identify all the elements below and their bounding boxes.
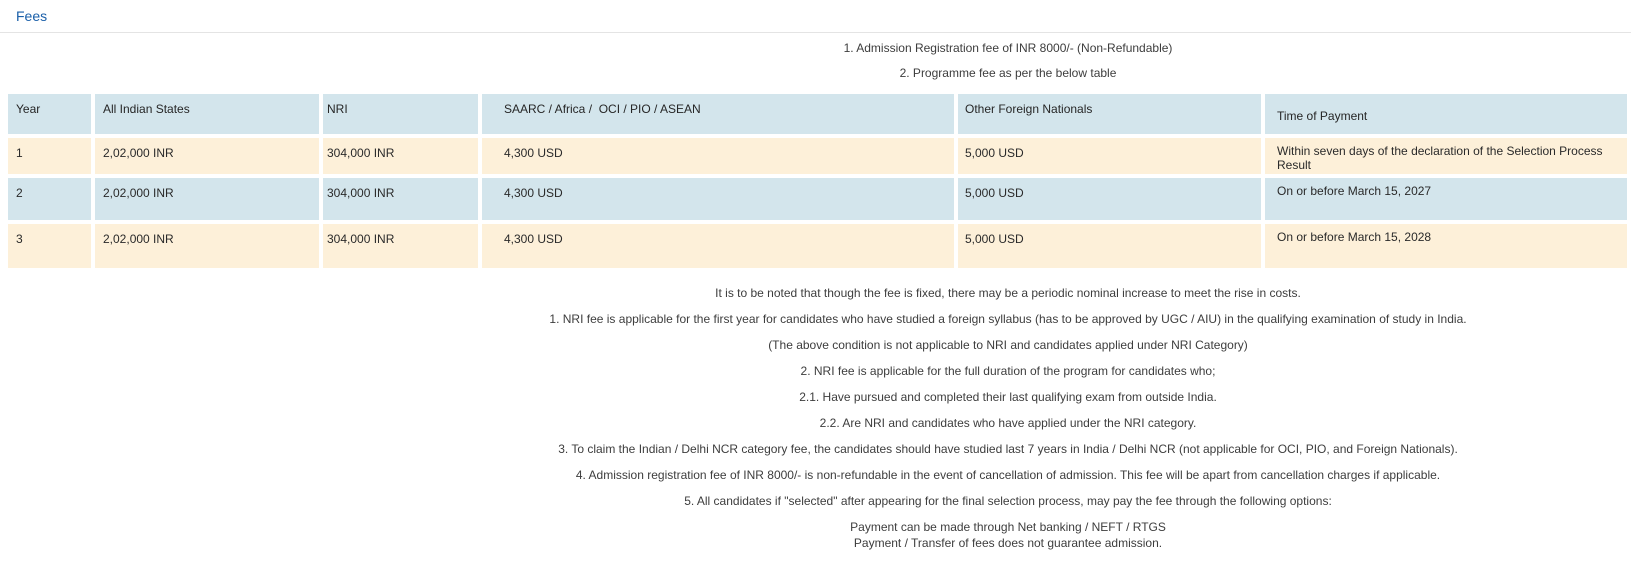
- cell-nri-fee: 304,000 INR: [323, 178, 478, 220]
- note-1-nri-first-year: 1. NRI fee is applicable for the first y…: [549, 312, 1467, 326]
- fees-table: Year All Indian States NRI SAARC / Afric…: [4, 90, 1631, 272]
- cell-all-indian-states-fee: 2,02,000 INR: [95, 178, 319, 220]
- note-4-non-refundable: 4. Admission registration fee of INR 800…: [575, 468, 1441, 482]
- cell-saarc-fee: 4,300 USD: [482, 224, 954, 268]
- header-cell-all-indian-states: All Indian States: [95, 94, 319, 134]
- note-2-1-qualifying-exam: 2.1. Have pursued and completed their la…: [799, 390, 1217, 404]
- header-cell-saarc-africa-oci-pio-asean: SAARC / Africa / OCI / PIO / ASEAN: [482, 94, 954, 134]
- cell-other-foreign-fee: 5,000 USD: [958, 178, 1261, 220]
- cell-saarc-fee: 4,300 USD: [482, 178, 954, 220]
- header-cell-nri: NRI: [323, 94, 478, 134]
- fee-intro-block: 1. Admission Registration fee of INR 800…: [0, 41, 1631, 80]
- header-cell-year: Year: [8, 94, 91, 134]
- programme-fee-note: 2. Programme fee as per the below table: [899, 66, 1117, 80]
- fee-notes-block: It is to be noted that though the fee is…: [0, 286, 1631, 550]
- cell-time-of-payment: On or before March 15, 2028: [1265, 224, 1627, 268]
- cell-time-of-payment: On or before March 15, 2027: [1265, 178, 1627, 220]
- cell-time-of-payment: Within seven days of the declaration of …: [1265, 138, 1627, 174]
- cell-other-foreign-fee: 5,000 USD: [958, 138, 1261, 174]
- admission-registration-fee-note: 1. Admission Registration fee of INR 800…: [843, 41, 1173, 55]
- cell-year: 1: [8, 138, 91, 174]
- table-row-year-2: 2 2,02,000 INR 304,000 INR 4,300 USD 5,0…: [8, 178, 1627, 220]
- page-title: Fees: [16, 8, 48, 24]
- header-cell-other-foreign-nationals: Other Foreign Nationals: [958, 94, 1261, 134]
- cell-nri-fee: 304,000 INR: [323, 138, 478, 174]
- cell-other-foreign-fee: 5,000 USD: [958, 224, 1261, 268]
- table-row-year-3: 3 2,02,000 INR 304,000 INR 4,300 USD 5,0…: [8, 224, 1627, 268]
- cell-nri-fee: 304,000 INR: [323, 224, 478, 268]
- fees-section-header: Fees: [0, 0, 1631, 33]
- header-cell-time-of-payment: Time of Payment: [1265, 94, 1627, 134]
- note-condition-not-applicable: (The above condition is not applicable t…: [768, 338, 1248, 352]
- note-5-payment-options: 5. All candidates if "selected" after ap…: [684, 494, 1332, 508]
- table-row-year-1: 1 2,02,000 INR 304,000 INR 4,300 USD 5,0…: [8, 138, 1627, 174]
- note-2-2-nri-category: 2.2. Are NRI and candidates who have app…: [819, 416, 1197, 430]
- note-payment-methods: Payment can be made through Net banking …: [850, 520, 1166, 534]
- cell-year: 3: [8, 224, 91, 268]
- cell-year: 2: [8, 178, 91, 220]
- cell-saarc-fee: 4,300 USD: [482, 138, 954, 174]
- cell-all-indian-states-fee: 2,02,000 INR: [95, 138, 319, 174]
- note-3-delhi-ncr-category: 3. To claim the Indian / Delhi NCR categ…: [558, 442, 1458, 456]
- table-header-row: Year All Indian States NRI SAARC / Afric…: [8, 94, 1627, 134]
- note-periodic-increase: It is to be noted that though the fee is…: [715, 286, 1301, 300]
- note-2-nri-full-duration: 2. NRI fee is applicable for the full du…: [800, 364, 1216, 378]
- note-no-guarantee: Payment / Transfer of fees does not guar…: [853, 536, 1163, 550]
- cell-all-indian-states-fee: 2,02,000 INR: [95, 224, 319, 268]
